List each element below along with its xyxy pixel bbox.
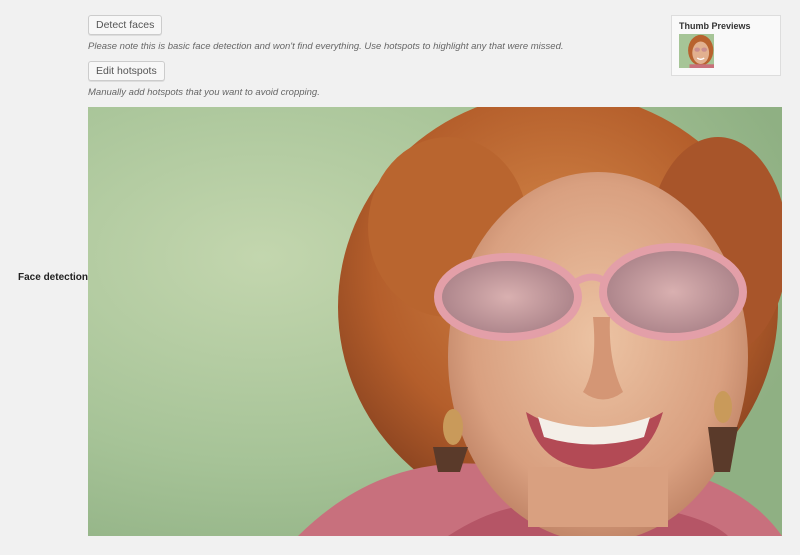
thumb-previews-panel: Thumb Previews xyxy=(671,15,781,76)
edit-hotspots-note: Manually add hotspots that you want to a… xyxy=(88,87,320,98)
face-detection-label: Face detection xyxy=(18,272,89,283)
edit-hotspots-button[interactable]: Edit hotspots xyxy=(88,61,165,81)
thumb-preview-image[interactable] xyxy=(679,34,714,68)
detect-faces-button[interactable]: Detect faces xyxy=(88,15,163,35)
detect-faces-note: Please note this is basic face detection… xyxy=(88,41,564,52)
thumb-previews-title: Thumb Previews xyxy=(679,21,751,31)
face-detection-photo[interactable] xyxy=(88,107,782,536)
